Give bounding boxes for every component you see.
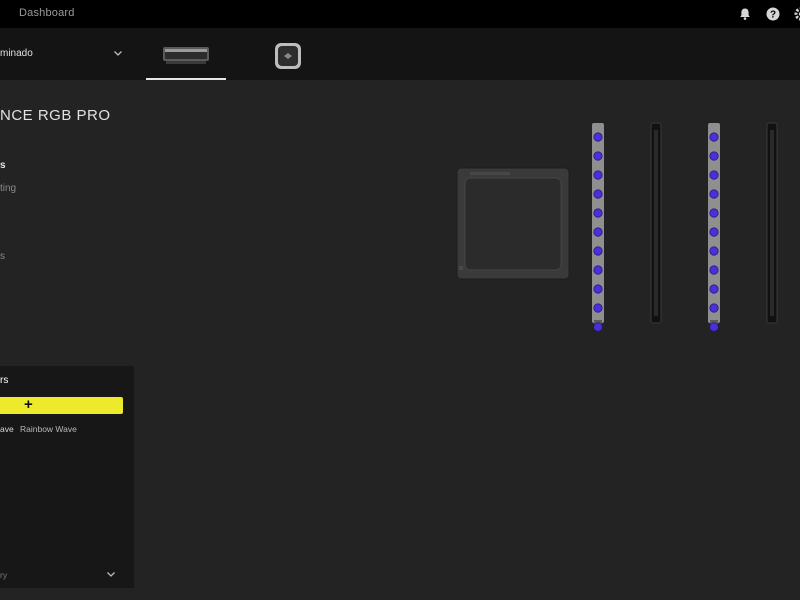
rgb-led[interactable] [593,322,603,332]
rgb-led[interactable] [709,246,719,256]
rgb-led[interactable] [593,189,603,199]
ram-slot-empty-4 [766,122,778,324]
cpu-socket [456,167,570,280]
rgb-led[interactable] [709,322,719,332]
rgb-led[interactable] [593,151,603,161]
rgb-led[interactable] [709,189,719,199]
rgb-led[interactable] [593,246,603,256]
rgb-led[interactable] [709,265,719,275]
rgb-led[interactable] [593,303,603,313]
rgb-led[interactable] [593,227,603,237]
rgb-led[interactable] [593,132,603,142]
rgb-led[interactable] [709,303,719,313]
rgb-led[interactable] [593,284,603,294]
rgb-led[interactable] [709,284,719,294]
rgb-led[interactable] [593,265,603,275]
rgb-led[interactable] [709,208,719,218]
rgb-led[interactable] [709,227,719,237]
rgb-led[interactable] [593,208,603,218]
rgb-led[interactable] [709,151,719,161]
ram-slot-empty-2 [650,122,662,324]
rgb-led[interactable] [709,170,719,180]
rgb-led[interactable] [709,132,719,142]
ram-stick-3 [708,123,720,332]
ram-stick-1 [592,123,604,332]
rgb-led[interactable] [593,170,603,180]
device-preview [456,122,778,332]
